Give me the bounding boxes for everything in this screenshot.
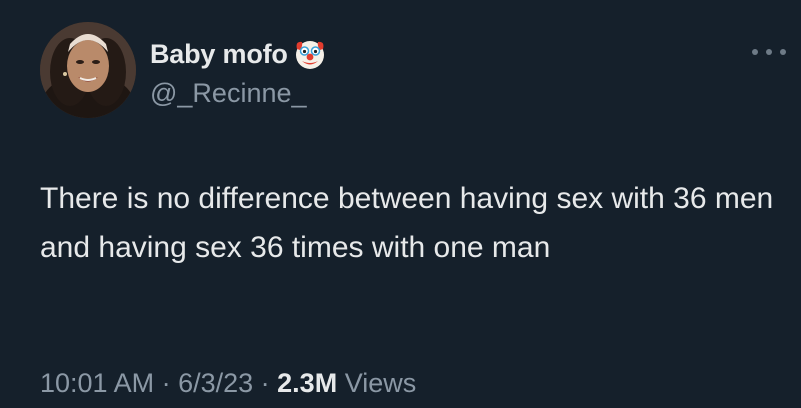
avatar[interactable]: [40, 22, 136, 118]
avatar-image: [40, 22, 136, 118]
tweet-text: There is no difference between having se…: [40, 182, 782, 264]
meta-separator: ·: [154, 368, 179, 398]
more-horizontal-icon[interactable]: [752, 44, 786, 60]
author-block: Baby mofo @_Recinne_: [150, 36, 327, 109]
more-dot: [780, 49, 786, 55]
display-name[interactable]: Baby mofo: [150, 39, 288, 70]
user-handle[interactable]: @_Recinne_: [150, 78, 327, 109]
tweet-time[interactable]: 10:01 AM: [40, 368, 154, 398]
clown-face-icon: [293, 37, 327, 71]
more-dot: [752, 49, 758, 55]
meta-separator: ·: [253, 368, 278, 398]
more-dot: [766, 49, 772, 55]
tweet-card: Baby mofo @_Recinne_ There is no differe…: [0, 0, 801, 408]
tweet-date[interactable]: 6/3/23: [178, 368, 253, 398]
views-count[interactable]: 2.3M: [277, 368, 337, 398]
display-name-row: Baby mofo: [150, 36, 327, 72]
tweet-meta: 10:01 AM · 6/3/23 · 2.3M Views: [40, 368, 416, 399]
views-label: Views: [337, 368, 417, 398]
